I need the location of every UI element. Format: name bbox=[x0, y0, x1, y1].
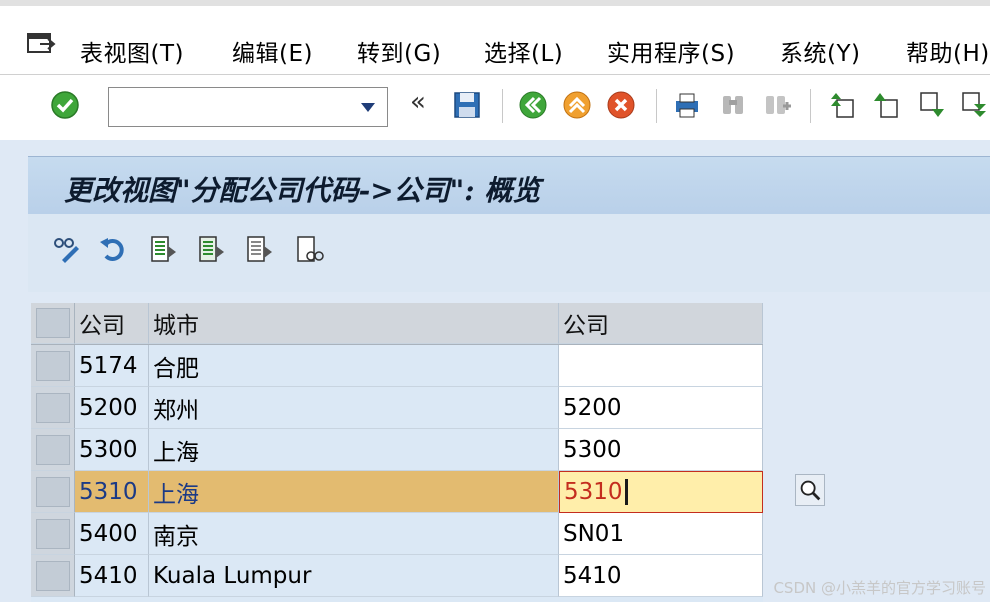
table-row: 5410 Kuala Lumpur 5410 bbox=[31, 555, 763, 597]
previous-page-icon[interactable] bbox=[872, 90, 902, 120]
print-icon[interactable] bbox=[672, 90, 702, 120]
company-code-cell: 5200 bbox=[75, 387, 149, 429]
menu-toggle-icon[interactable] bbox=[26, 30, 58, 58]
copy-as-icon[interactable] bbox=[196, 234, 226, 264]
row-selector[interactable] bbox=[31, 555, 75, 597]
toolbar-separator bbox=[656, 89, 657, 123]
company-code-cell: 5310 bbox=[75, 471, 149, 513]
title-bar: 更改视图"分配公司代码->公司": 概览 bbox=[28, 156, 990, 214]
application-toolbar bbox=[28, 214, 990, 292]
city-cell: 上海 bbox=[149, 429, 559, 471]
menu-item-system[interactable]: 系统(Y) bbox=[780, 34, 864, 68]
next-page-icon[interactable] bbox=[916, 90, 946, 120]
row-select-button[interactable] bbox=[36, 518, 70, 549]
city-cell: 合肥 bbox=[149, 345, 559, 387]
company-code-cell: 5400 bbox=[75, 513, 149, 555]
table-row-selected: 5310 上海 5310 bbox=[31, 471, 763, 513]
toolbar-separator bbox=[502, 89, 503, 123]
company-code-table: 公司 城市 公司 5174 合肥 5200 郑州 5200 5300 上海 53… bbox=[31, 303, 825, 602]
column-header-city[interactable]: 城市 bbox=[149, 303, 559, 344]
watermark: CSDN @小羔羊的官方学习账号 bbox=[773, 579, 986, 597]
new-entries-icon[interactable] bbox=[148, 234, 178, 264]
company-input[interactable]: 5300 bbox=[559, 429, 763, 471]
exit-icon[interactable] bbox=[562, 90, 592, 120]
find-next-icon[interactable] bbox=[762, 90, 792, 120]
command-dropdown-icon[interactable] bbox=[361, 103, 375, 112]
row-selector[interactable] bbox=[31, 345, 75, 387]
value-help-icon[interactable] bbox=[795, 474, 825, 506]
company-code-cell: 5300 bbox=[75, 429, 149, 471]
row-select-button[interactable] bbox=[36, 350, 70, 381]
undo-icon[interactable] bbox=[98, 234, 128, 264]
back-icon[interactable] bbox=[518, 90, 548, 120]
collapse-command-icon[interactable]: « bbox=[410, 87, 426, 117]
table-header: 公司 城市 公司 bbox=[31, 303, 763, 345]
delete-icon[interactable] bbox=[244, 234, 274, 264]
enter-icon[interactable] bbox=[50, 90, 80, 120]
company-input-value[interactable]: 5310 bbox=[564, 479, 623, 505]
menu-item-selection[interactable]: 选择(L) bbox=[484, 34, 565, 68]
last-page-icon[interactable] bbox=[958, 90, 988, 120]
city-cell: 郑州 bbox=[149, 387, 559, 429]
company-input[interactable]: 5200 bbox=[559, 387, 763, 429]
company-code-cell: 5174 bbox=[75, 345, 149, 387]
company-input-active[interactable]: 5310 bbox=[559, 471, 763, 513]
row-selector[interactable] bbox=[31, 387, 75, 429]
page-title: 更改视图"分配公司代码->公司": 概览 bbox=[64, 174, 541, 207]
row-select-button[interactable] bbox=[36, 392, 70, 423]
text-cursor bbox=[624, 479, 628, 505]
menu-item-help[interactable]: 帮助(H) bbox=[906, 34, 990, 68]
company-input[interactable] bbox=[559, 345, 763, 387]
toolbar-separator bbox=[810, 89, 811, 123]
display-change-icon[interactable] bbox=[52, 234, 82, 264]
menu-item-edit[interactable]: 编辑(E) bbox=[232, 34, 315, 68]
select-all-cell[interactable] bbox=[31, 303, 75, 344]
company-input[interactable]: SN01 bbox=[559, 513, 763, 555]
row-selector[interactable] bbox=[31, 429, 75, 471]
menu-item-goto[interactable]: 转到(G) bbox=[357, 34, 442, 68]
company-code-cell: 5410 bbox=[75, 555, 149, 597]
column-header-company[interactable]: 公司 bbox=[559, 303, 763, 344]
column-header-company-code[interactable]: 公司 bbox=[75, 303, 149, 344]
company-input[interactable]: 5410 bbox=[559, 555, 763, 597]
row-select-button[interactable] bbox=[36, 476, 70, 507]
menu-item-utilities[interactable]: 实用程序(S) bbox=[607, 34, 738, 68]
menu-item-table-view[interactable]: 表视图(T) bbox=[80, 34, 190, 68]
menu-bar: 表视图(T) 编辑(E) 转到(G) 选择(L) 实用程序(S) 系统(Y) 帮… bbox=[0, 0, 990, 74]
standard-toolbar: « bbox=[0, 74, 990, 140]
row-select-button[interactable] bbox=[36, 560, 70, 591]
table-row: 5400 南京 SN01 bbox=[31, 513, 763, 555]
cancel-icon[interactable] bbox=[606, 90, 636, 120]
city-cell: 南京 bbox=[149, 513, 559, 555]
save-icon[interactable] bbox=[452, 90, 482, 120]
find-icon[interactable] bbox=[718, 90, 748, 120]
row-select-button[interactable] bbox=[36, 434, 70, 465]
select-all-icon[interactable] bbox=[294, 234, 324, 264]
city-cell: Kuala Lumpur bbox=[149, 555, 559, 597]
row-selector[interactable] bbox=[31, 513, 75, 555]
table-row: 5300 上海 5300 bbox=[31, 429, 763, 471]
command-field[interactable] bbox=[108, 87, 388, 127]
row-selector[interactable] bbox=[31, 471, 75, 513]
city-cell: 上海 bbox=[149, 471, 559, 513]
select-all-button[interactable] bbox=[36, 308, 70, 338]
table-row: 5174 合肥 bbox=[31, 345, 763, 387]
first-page-icon[interactable] bbox=[828, 90, 858, 120]
table-row: 5200 郑州 5200 bbox=[31, 387, 763, 429]
